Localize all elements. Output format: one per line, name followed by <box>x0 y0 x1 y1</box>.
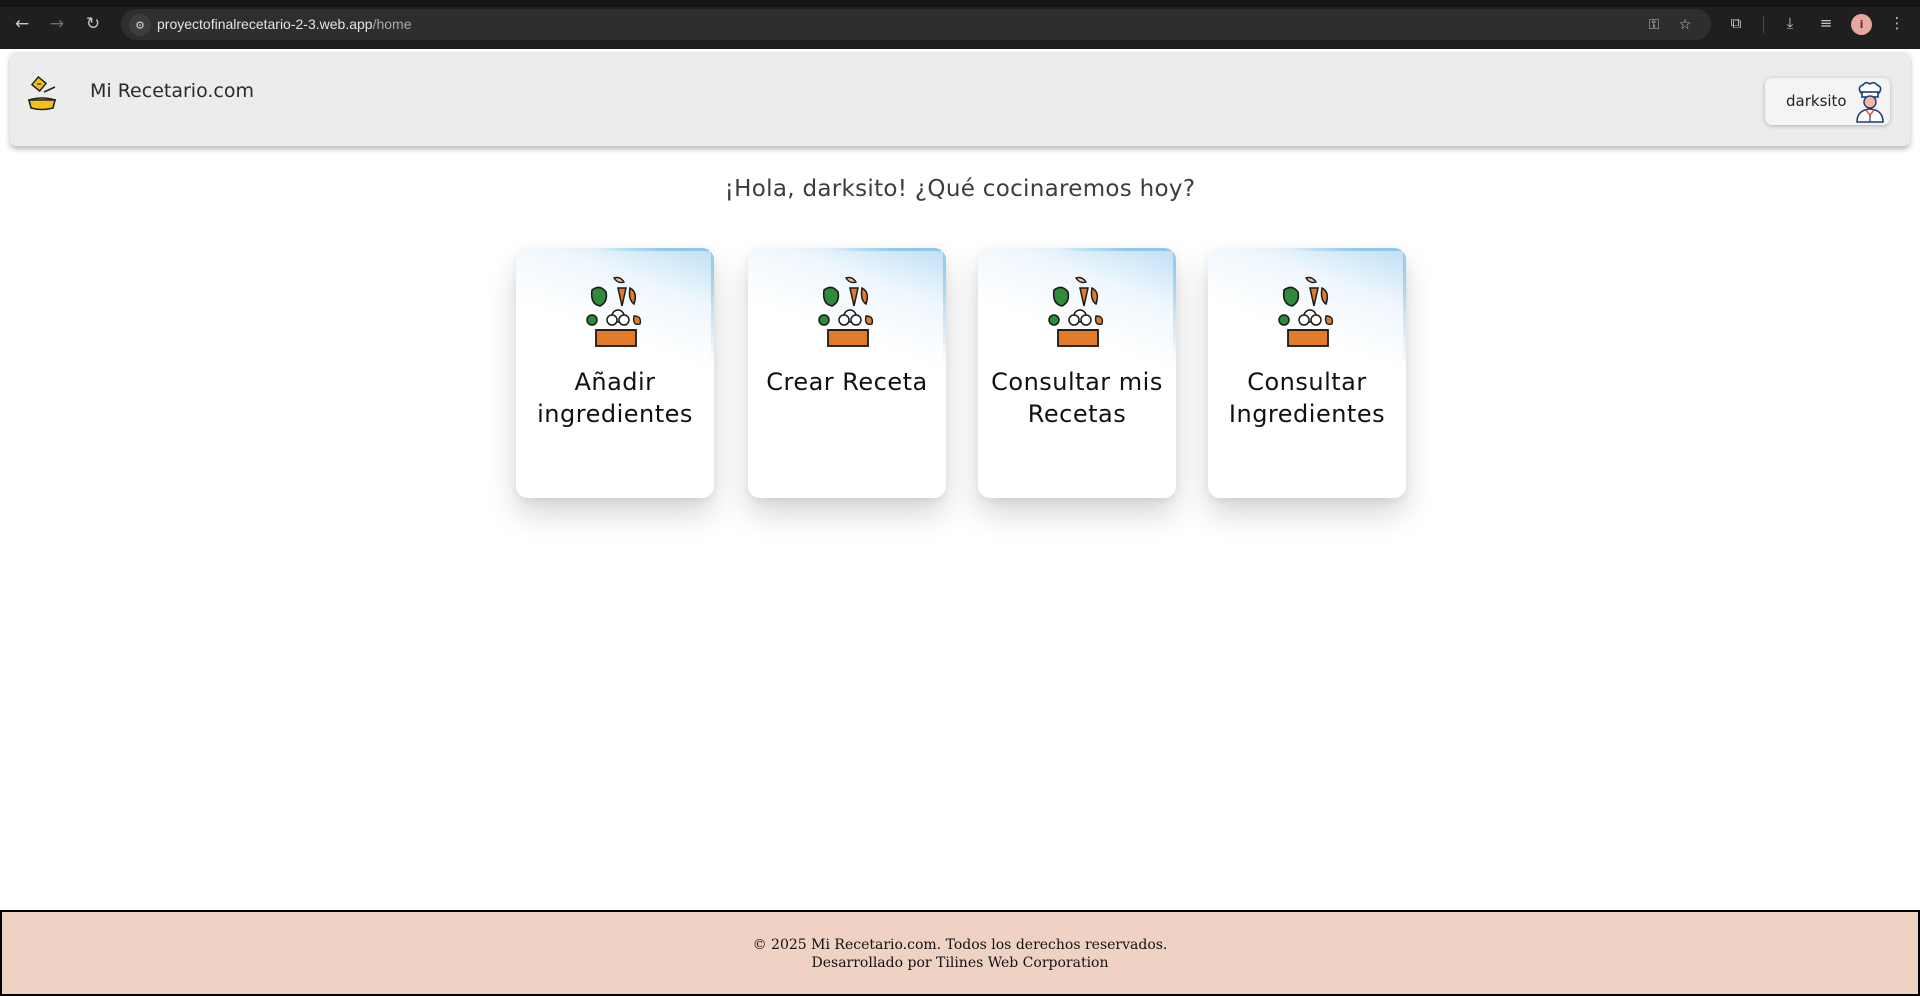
url-path: /home <box>372 16 412 32</box>
card-label: Consultar Ingredientes <box>1228 368 1386 428</box>
my-recipes-card[interactable]: Consultar mis Recetas <box>978 248 1176 498</box>
reload-button[interactable]: ↻ <box>80 11 106 37</box>
brand-title[interactable]: Mi Recetario.com <box>90 80 254 102</box>
extensions-icon[interactable]: ⧉ <box>1725 12 1747 34</box>
vegetables-basket-icon <box>586 276 642 347</box>
app-header: Mi Recetario.com darksito <box>10 52 1910 146</box>
card-label: Crear Receta <box>766 368 928 396</box>
create-recipe-card[interactable]: Crear Receta <box>748 248 946 498</box>
greeting-heading: ¡Hola, darksito! ¿Qué cocinaremos hoy? <box>724 176 1196 202</box>
forward-button[interactable]: → <box>44 11 70 37</box>
card-label: Consultar mis Recetas <box>991 368 1163 428</box>
cooking-pot-logo-icon[interactable] <box>26 76 58 112</box>
profile-avatar[interactable]: i <box>1851 14 1872 35</box>
browser-toolbar: ← → ↻ ⚙ proyectofinalrecetario-2-3.web.a… <box>0 0 1920 49</box>
toolbar-divider <box>1763 16 1764 33</box>
user-profile-button[interactable]: darksito <box>1765 78 1890 125</box>
address-bar[interactable]: ⚙ proyectofinalrecetario-2-3.web.app/hom… <box>121 9 1711 40</box>
page-footer: © 2025 Mi Recetario.com. Todos los derec… <box>0 910 1920 996</box>
card-label: Añadir ingredientes <box>537 368 693 428</box>
url-text[interactable]: proyectofinalrecetario-2-3.web.app/home <box>157 16 412 32</box>
view-ingredients-card[interactable]: Consultar Ingredientes <box>1208 248 1406 498</box>
card-accent <box>596 248 714 251</box>
media-control-icon[interactable]: ≡ <box>1815 12 1837 34</box>
developer-credit-text: Desarrollado por Tilines Web Corporation <box>811 955 1109 971</box>
password-key-icon[interactable]: ⚿ <box>1644 15 1664 35</box>
copyright-text: © 2025 Mi Recetario.com. Todos los derec… <box>752 937 1168 953</box>
back-button[interactable]: ← <box>9 11 35 37</box>
vegetables-basket-icon <box>1278 276 1334 347</box>
menu-kebab-icon[interactable]: ⋮ <box>1886 12 1908 34</box>
username-label: darksito <box>1786 92 1847 110</box>
chef-avatar-icon <box>1856 81 1884 123</box>
bookmark-star-icon[interactable]: ☆ <box>1675 15 1695 35</box>
download-icon[interactable]: ⤓ <box>1779 12 1801 34</box>
card-accent <box>828 248 946 251</box>
add-ingredients-card[interactable]: Añadir ingredientes <box>516 248 714 498</box>
vegetables-basket-icon <box>1048 276 1104 347</box>
card-accent <box>1058 248 1176 251</box>
tab-strip <box>0 0 1920 7</box>
site-info-icon[interactable]: ⚙ <box>129 14 151 36</box>
url-host: proyectofinalrecetario-2-3.web.app <box>157 16 373 32</box>
vegetables-basket-icon <box>818 276 874 347</box>
card-accent <box>1288 248 1406 251</box>
